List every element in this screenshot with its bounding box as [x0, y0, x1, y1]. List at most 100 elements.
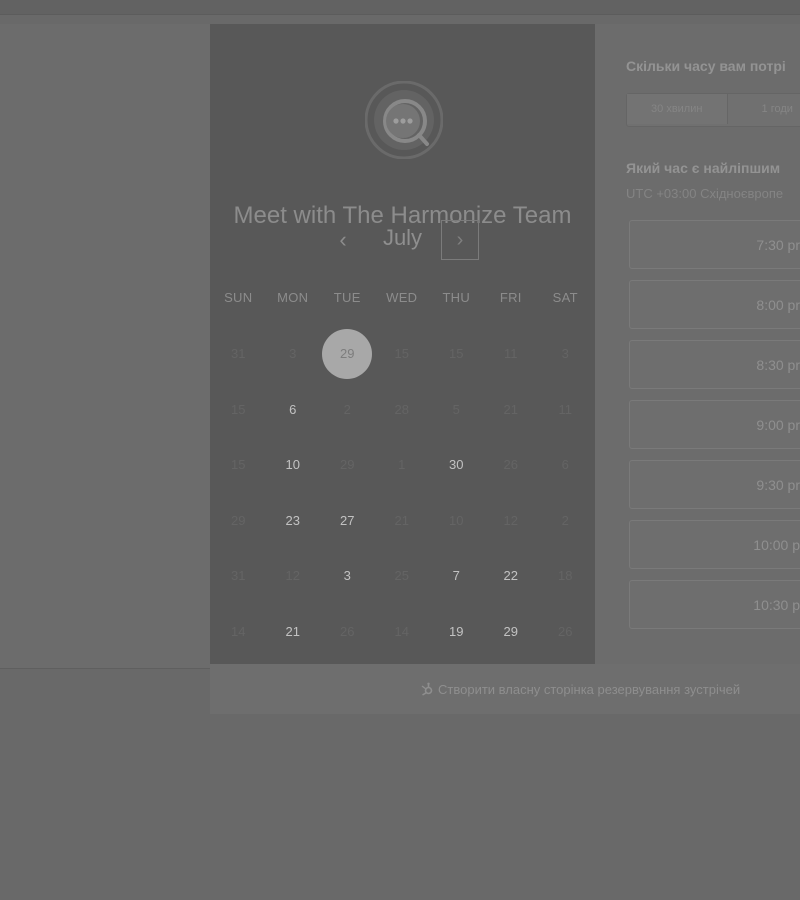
day-number: 31: [231, 346, 246, 362]
available-day[interactable]: 22: [484, 548, 539, 604]
duration-option-30-min[interactable]: 30 хвилин: [627, 94, 728, 124]
unavailable-day: 12: [266, 548, 321, 604]
available-day[interactable]: 7: [429, 548, 484, 604]
available-day[interactable]: 3: [320, 548, 375, 604]
hubspot-sprocket-icon: [421, 682, 433, 696]
day-number: 12: [285, 568, 300, 584]
time-slot-button[interactable]: 9:30 pr: [629, 460, 800, 509]
day-number: 26: [340, 623, 355, 639]
day-number: 14: [394, 623, 409, 639]
unavailable-day: 31: [211, 326, 266, 382]
unavailable-day: 15: [375, 326, 430, 382]
unavailable-day: 14: [211, 604, 266, 660]
day-number: 5: [452, 401, 460, 417]
available-day[interactable]: 6: [266, 382, 321, 438]
day-number: 29: [503, 623, 518, 639]
day-number: 30: [449, 457, 464, 473]
unavailable-day: 21: [375, 493, 430, 549]
booking-options-panel: Скільки часу вам потрі 30 хвилин 1 годи …: [596, 24, 800, 664]
unavailable-day: 28: [375, 382, 430, 438]
day-number: 10: [449, 512, 464, 528]
available-day[interactable]: 23: [266, 493, 321, 549]
available-day[interactable]: 29: [484, 604, 539, 660]
day-number: 28: [394, 401, 409, 417]
day-number: 14: [231, 623, 246, 639]
weekday-label: FRI: [499, 290, 522, 305]
available-day[interactable]: 27: [320, 493, 375, 549]
timezone-selector[interactable]: UTC +03:00 Східноєвропе: [626, 186, 783, 201]
time-slot-list: 7:30 pr 8:00 pr 8:30 pr 9:00 pr 9:30 pr 10:00…: [629, 220, 800, 640]
day-number: 15: [231, 457, 246, 473]
duration-question: Скільки часу вам потрі: [626, 58, 786, 74]
unavailable-day: 26: [320, 604, 375, 660]
unavailable-day: 5: [429, 382, 484, 438]
unavailable-day: 10: [429, 493, 484, 549]
time-slot-button[interactable]: 10:30 p: [629, 580, 800, 629]
selected-day[interactable]: 29: [320, 326, 375, 382]
time-slot-button[interactable]: 7:30 pr: [629, 220, 800, 269]
unavailable-day: 26: [484, 437, 539, 493]
previous-month-button[interactable]: ‹: [328, 222, 358, 258]
unavailable-day: 21: [484, 382, 539, 438]
day-number: 29: [340, 346, 355, 362]
unavailable-day: 18: [538, 548, 593, 604]
day-number: 29: [340, 457, 355, 473]
unavailable-day: 2: [538, 493, 593, 549]
unavailable-day: 29: [211, 493, 266, 549]
day-number: 3: [289, 346, 297, 362]
available-day[interactable]: 19: [429, 604, 484, 660]
day-number: 2: [561, 512, 569, 528]
unavailable-day: 12: [484, 493, 539, 549]
day-number: 22: [503, 568, 518, 584]
time-slot-button[interactable]: 10:00 p: [629, 520, 800, 569]
day-number: 6: [561, 457, 569, 473]
day-number: 21: [394, 512, 409, 528]
available-day[interactable]: 10: [266, 437, 321, 493]
time-slot-button[interactable]: 9:00 pr: [629, 400, 800, 449]
unavailable-day: 15: [211, 382, 266, 438]
day-number: 3: [343, 568, 351, 584]
duration-option-1-hour[interactable]: 1 годи: [728, 94, 800, 124]
day-number: 11: [504, 346, 518, 362]
day-number: 19: [449, 623, 464, 639]
next-month-button[interactable]: ›: [441, 220, 479, 260]
top-strip: [0, 0, 800, 15]
time-slot-button[interactable]: 8:30 pr: [629, 340, 800, 389]
unavailable-day: 2: [320, 382, 375, 438]
day-number: 12: [503, 512, 518, 528]
unavailable-day: 11: [484, 326, 539, 382]
unavailable-day: 15: [211, 437, 266, 493]
unavailable-day: 6: [538, 437, 593, 493]
day-number: 15: [394, 346, 409, 362]
unavailable-day: 25: [375, 548, 430, 604]
time-slot-button[interactable]: 8:00 pr: [629, 280, 800, 329]
duration-selector: 30 хвилин 1 годи: [626, 93, 800, 127]
day-number: 31: [231, 568, 246, 584]
month-label: July: [382, 225, 423, 250]
calendar-grid: 31 3 29 15 15 11 3 15 6 2 28 5 21 11 15 10 29 1 30 26 6 29 23 2…: [210, 326, 596, 659]
weekday-label: TUE: [333, 290, 361, 305]
day-number: 26: [558, 623, 573, 639]
calendar-panel: Meet with The Harmonize Team ‹ July › SU…: [210, 24, 595, 664]
day-number: 27: [340, 512, 355, 528]
day-number: 15: [449, 346, 464, 362]
weekday-header: SUN MON TUE WED THU FRI SAT: [210, 290, 596, 305]
unavailable-day: 15: [429, 326, 484, 382]
day-number: 26: [503, 457, 518, 473]
unavailable-day: 31: [211, 548, 266, 604]
weekday-label: WED: [386, 290, 418, 305]
create-booking-page-link[interactable]: Створити власну сторінка резервування зу…: [420, 680, 740, 698]
day-number: 1: [398, 457, 406, 473]
month-navigation: ‹ July ›: [210, 220, 595, 262]
unavailable-day: 26: [538, 604, 593, 660]
unavailable-day: 1: [375, 437, 430, 493]
day-number: 3: [561, 346, 569, 362]
weekday-label: THU: [442, 290, 471, 305]
available-day[interactable]: 21: [266, 604, 321, 660]
day-number: 21: [285, 623, 300, 639]
day-number: 29: [231, 512, 246, 528]
day-number: 11: [558, 401, 573, 417]
day-number: 25: [394, 568, 409, 584]
available-day[interactable]: 30: [429, 437, 484, 493]
time-question: Який час є найліпшим: [626, 160, 781, 176]
